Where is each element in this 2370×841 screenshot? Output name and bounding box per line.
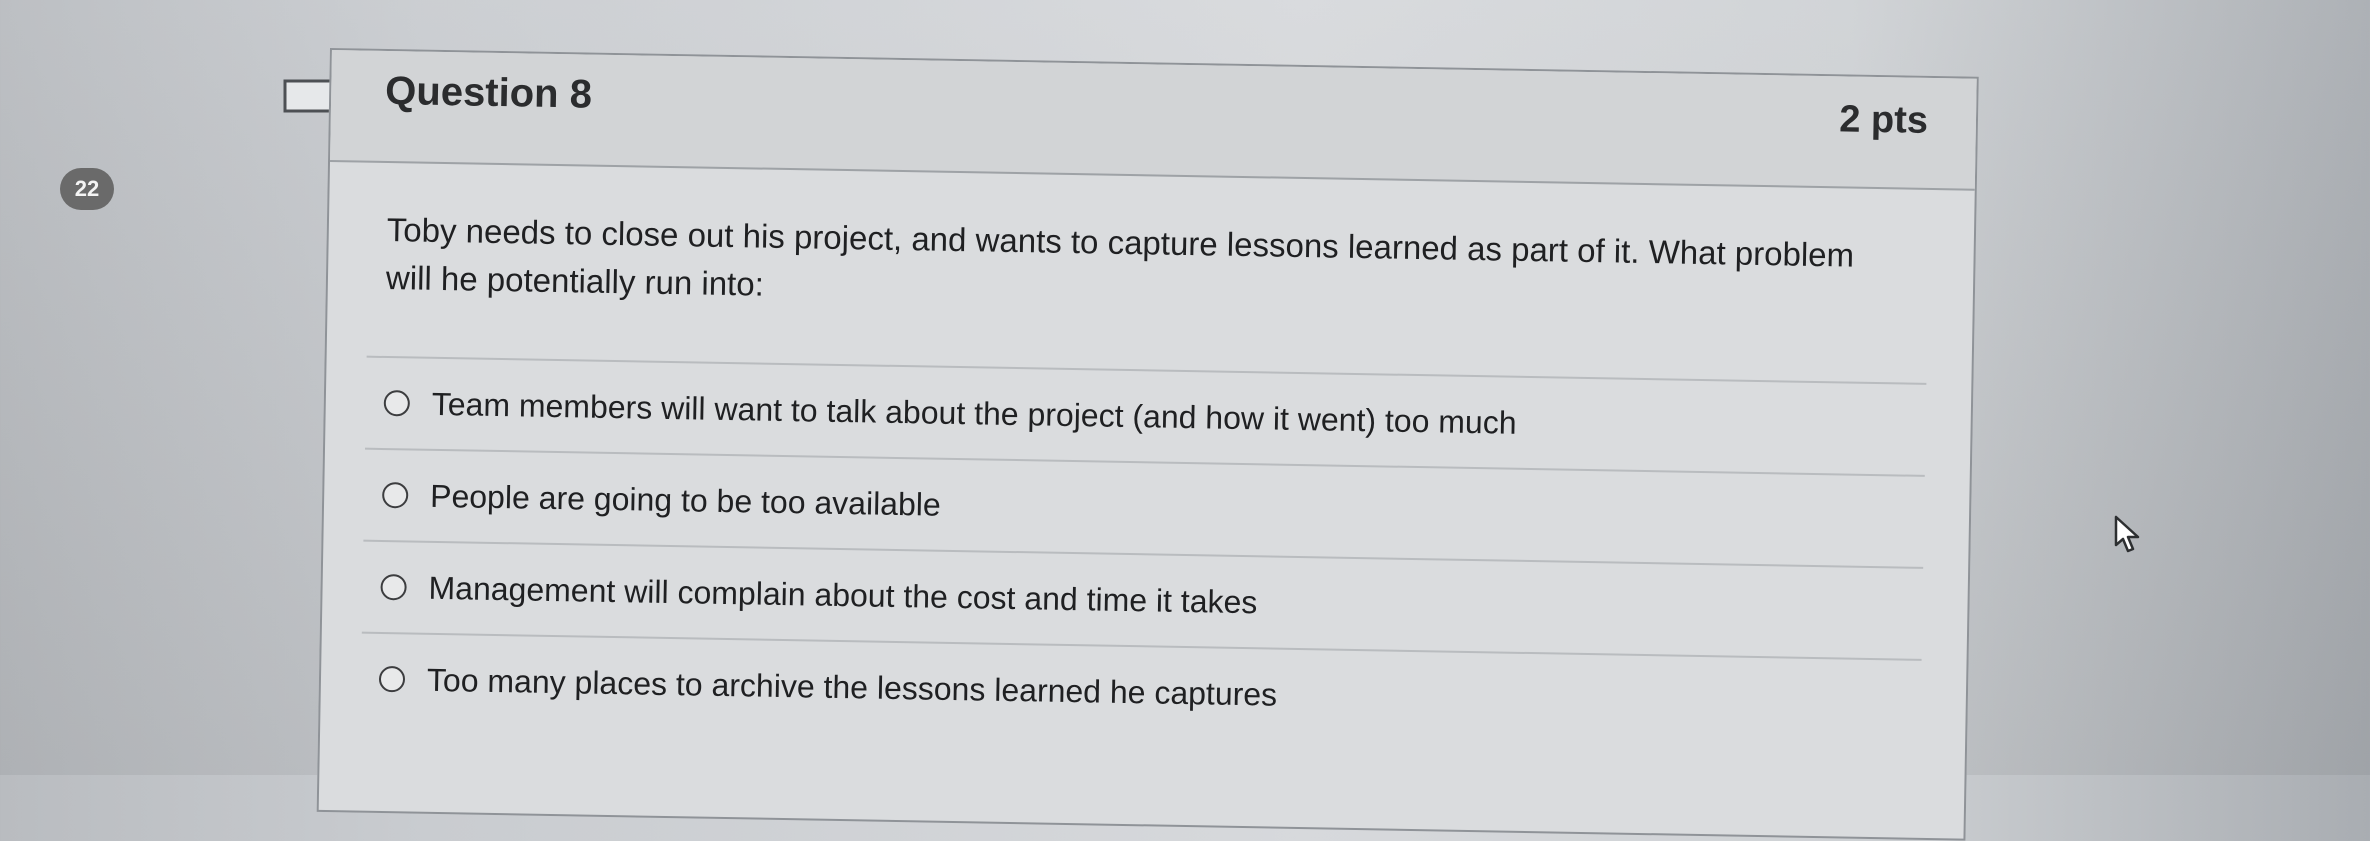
radio-button-icon[interactable] (380, 573, 407, 601)
question-number-badge: 22 (60, 168, 114, 210)
radio-button-icon[interactable] (378, 665, 406, 693)
radio-button-icon[interactable] (383, 389, 411, 417)
answer-label: Management will complain about the cost … (428, 569, 1258, 620)
question-points: 2 pts (1838, 98, 1929, 142)
answer-label: Too many places to archive the lessons l… (426, 661, 1278, 713)
question-header: Question 8 2 pts (330, 50, 1977, 191)
answer-label: People are going to be too available (429, 477, 942, 523)
question-prompt: Toby needs to close out his project, and… (385, 211, 1855, 303)
question-title: Question 8 (384, 68, 593, 117)
answer-label: Team members will want to talk about the… (431, 385, 1517, 441)
radio-button-icon[interactable] (381, 481, 409, 509)
mouse-pointer-icon (2114, 515, 2140, 553)
answer-list: Team members will want to talk about the… (360, 355, 1927, 751)
question-card: Question 8 2 pts Toby needs to close out… (316, 48, 1979, 841)
